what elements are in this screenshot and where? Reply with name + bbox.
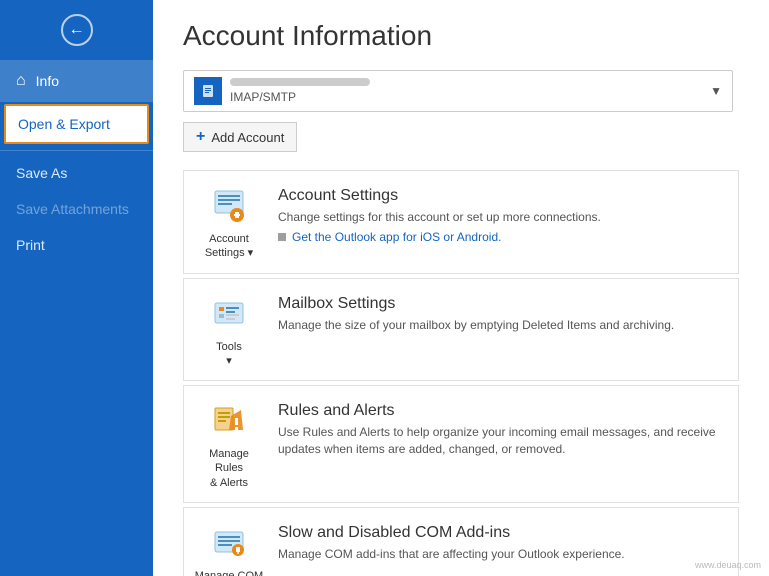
rules-alerts-icon-box: Manage Rules& Alerts: [194, 398, 264, 490]
sidebar-item-open-export[interactable]: Open & Export: [4, 104, 149, 144]
mailbox-settings-icon: [211, 295, 247, 336]
com-addins-icon-box: Manage COMAdd-ins: [194, 520, 264, 576]
com-addins-desc: Manage COM add-ins that are affecting yo…: [278, 546, 728, 563]
sidebar-item-info[interactable]: ⌂ Info: [0, 60, 153, 102]
com-addins-icon: [211, 524, 247, 565]
mailbox-settings-icon-box: Tools▾: [194, 291, 264, 369]
com-addins-icon-label: Manage COMAdd-ins: [195, 569, 263, 576]
rules-alerts-desc: Use Rules and Alerts to help organize yo…: [278, 424, 728, 458]
home-icon: ⌂: [16, 72, 26, 90]
account-settings-icon-label: AccountSettings ▾: [205, 232, 253, 261]
account-settings-content: Account Settings Change settings for thi…: [278, 183, 728, 244]
link-icon: [278, 233, 286, 241]
mailbox-settings-card[interactable]: Tools▾ Mailbox Settings Manage the size …: [183, 278, 739, 382]
rules-alerts-title: Rules and Alerts: [278, 402, 728, 420]
mailbox-settings-content: Mailbox Settings Manage the size of your…: [278, 291, 728, 334]
account-dropdown[interactable]: IMAP/SMTP ▼: [183, 70, 733, 112]
account-settings-desc: Change settings for this account or set …: [278, 209, 728, 226]
account-settings-title: Account Settings: [278, 187, 728, 205]
watermark: www.deuaq.com: [695, 560, 761, 570]
account-settings-icon: [211, 187, 247, 228]
rules-alerts-icon: [211, 402, 247, 443]
info-cards: AccountSettings ▾ Account Settings Chang…: [183, 170, 739, 576]
account-settings-card[interactable]: AccountSettings ▾ Account Settings Chang…: [183, 170, 739, 274]
sidebar-item-label: Print: [16, 237, 45, 253]
account-info: IMAP/SMTP: [230, 78, 702, 104]
link-text: Get the Outlook app for iOS or Android.: [292, 230, 501, 244]
rules-alerts-content: Rules and Alerts Use Rules and Alerts to…: [278, 398, 728, 458]
sidebar-item-label: Save As: [16, 165, 67, 181]
com-addins-content: Slow and Disabled COM Add-ins Manage COM…: [278, 520, 728, 563]
com-addins-title: Slow and Disabled COM Add-ins: [278, 524, 728, 542]
main-content: Account Information IMAP/SMTP ▼ + Add Ac…: [153, 0, 769, 576]
add-account-button[interactable]: + Add Account: [183, 122, 297, 152]
back-button[interactable]: ←: [0, 0, 153, 60]
mailbox-icon-label: Tools▾: [216, 340, 242, 369]
sidebar-item-label: Open & Export: [18, 116, 110, 132]
rules-alerts-icon-label: Manage Rules& Alerts: [194, 447, 264, 490]
sidebar-item-label: Info: [36, 73, 59, 89]
account-icon: [194, 77, 222, 105]
sidebar-item-print[interactable]: Print: [0, 227, 153, 263]
outlook-app-link[interactable]: Get the Outlook app for iOS or Android.: [278, 230, 728, 244]
sidebar-divider: [0, 150, 153, 151]
add-plus-icon: +: [196, 128, 205, 146]
back-icon: ←: [61, 14, 93, 46]
sidebar-item-save-attachments: Save Attachments: [0, 191, 153, 227]
mailbox-settings-desc: Manage the size of your mailbox by empty…: [278, 317, 728, 334]
dropdown-arrow-icon: ▼: [710, 84, 722, 98]
page-title: Account Information: [183, 20, 739, 52]
add-account-label: Add Account: [211, 130, 284, 145]
sidebar-item-label: Save Attachments: [16, 201, 129, 217]
account-settings-icon-box: AccountSettings ▾: [194, 183, 264, 261]
account-type: IMAP/SMTP: [230, 90, 702, 104]
account-email-masked: [230, 78, 370, 86]
com-addins-card[interactable]: Manage COMAdd-ins Slow and Disabled COM …: [183, 507, 739, 576]
mailbox-settings-title: Mailbox Settings: [278, 295, 728, 313]
sidebar: ← ⌂ Info Open & Export Save As Save Atta…: [0, 0, 153, 576]
rules-alerts-card[interactable]: Manage Rules& Alerts Rules and Alerts Us…: [183, 385, 739, 503]
sidebar-item-save-as[interactable]: Save As: [0, 155, 153, 191]
